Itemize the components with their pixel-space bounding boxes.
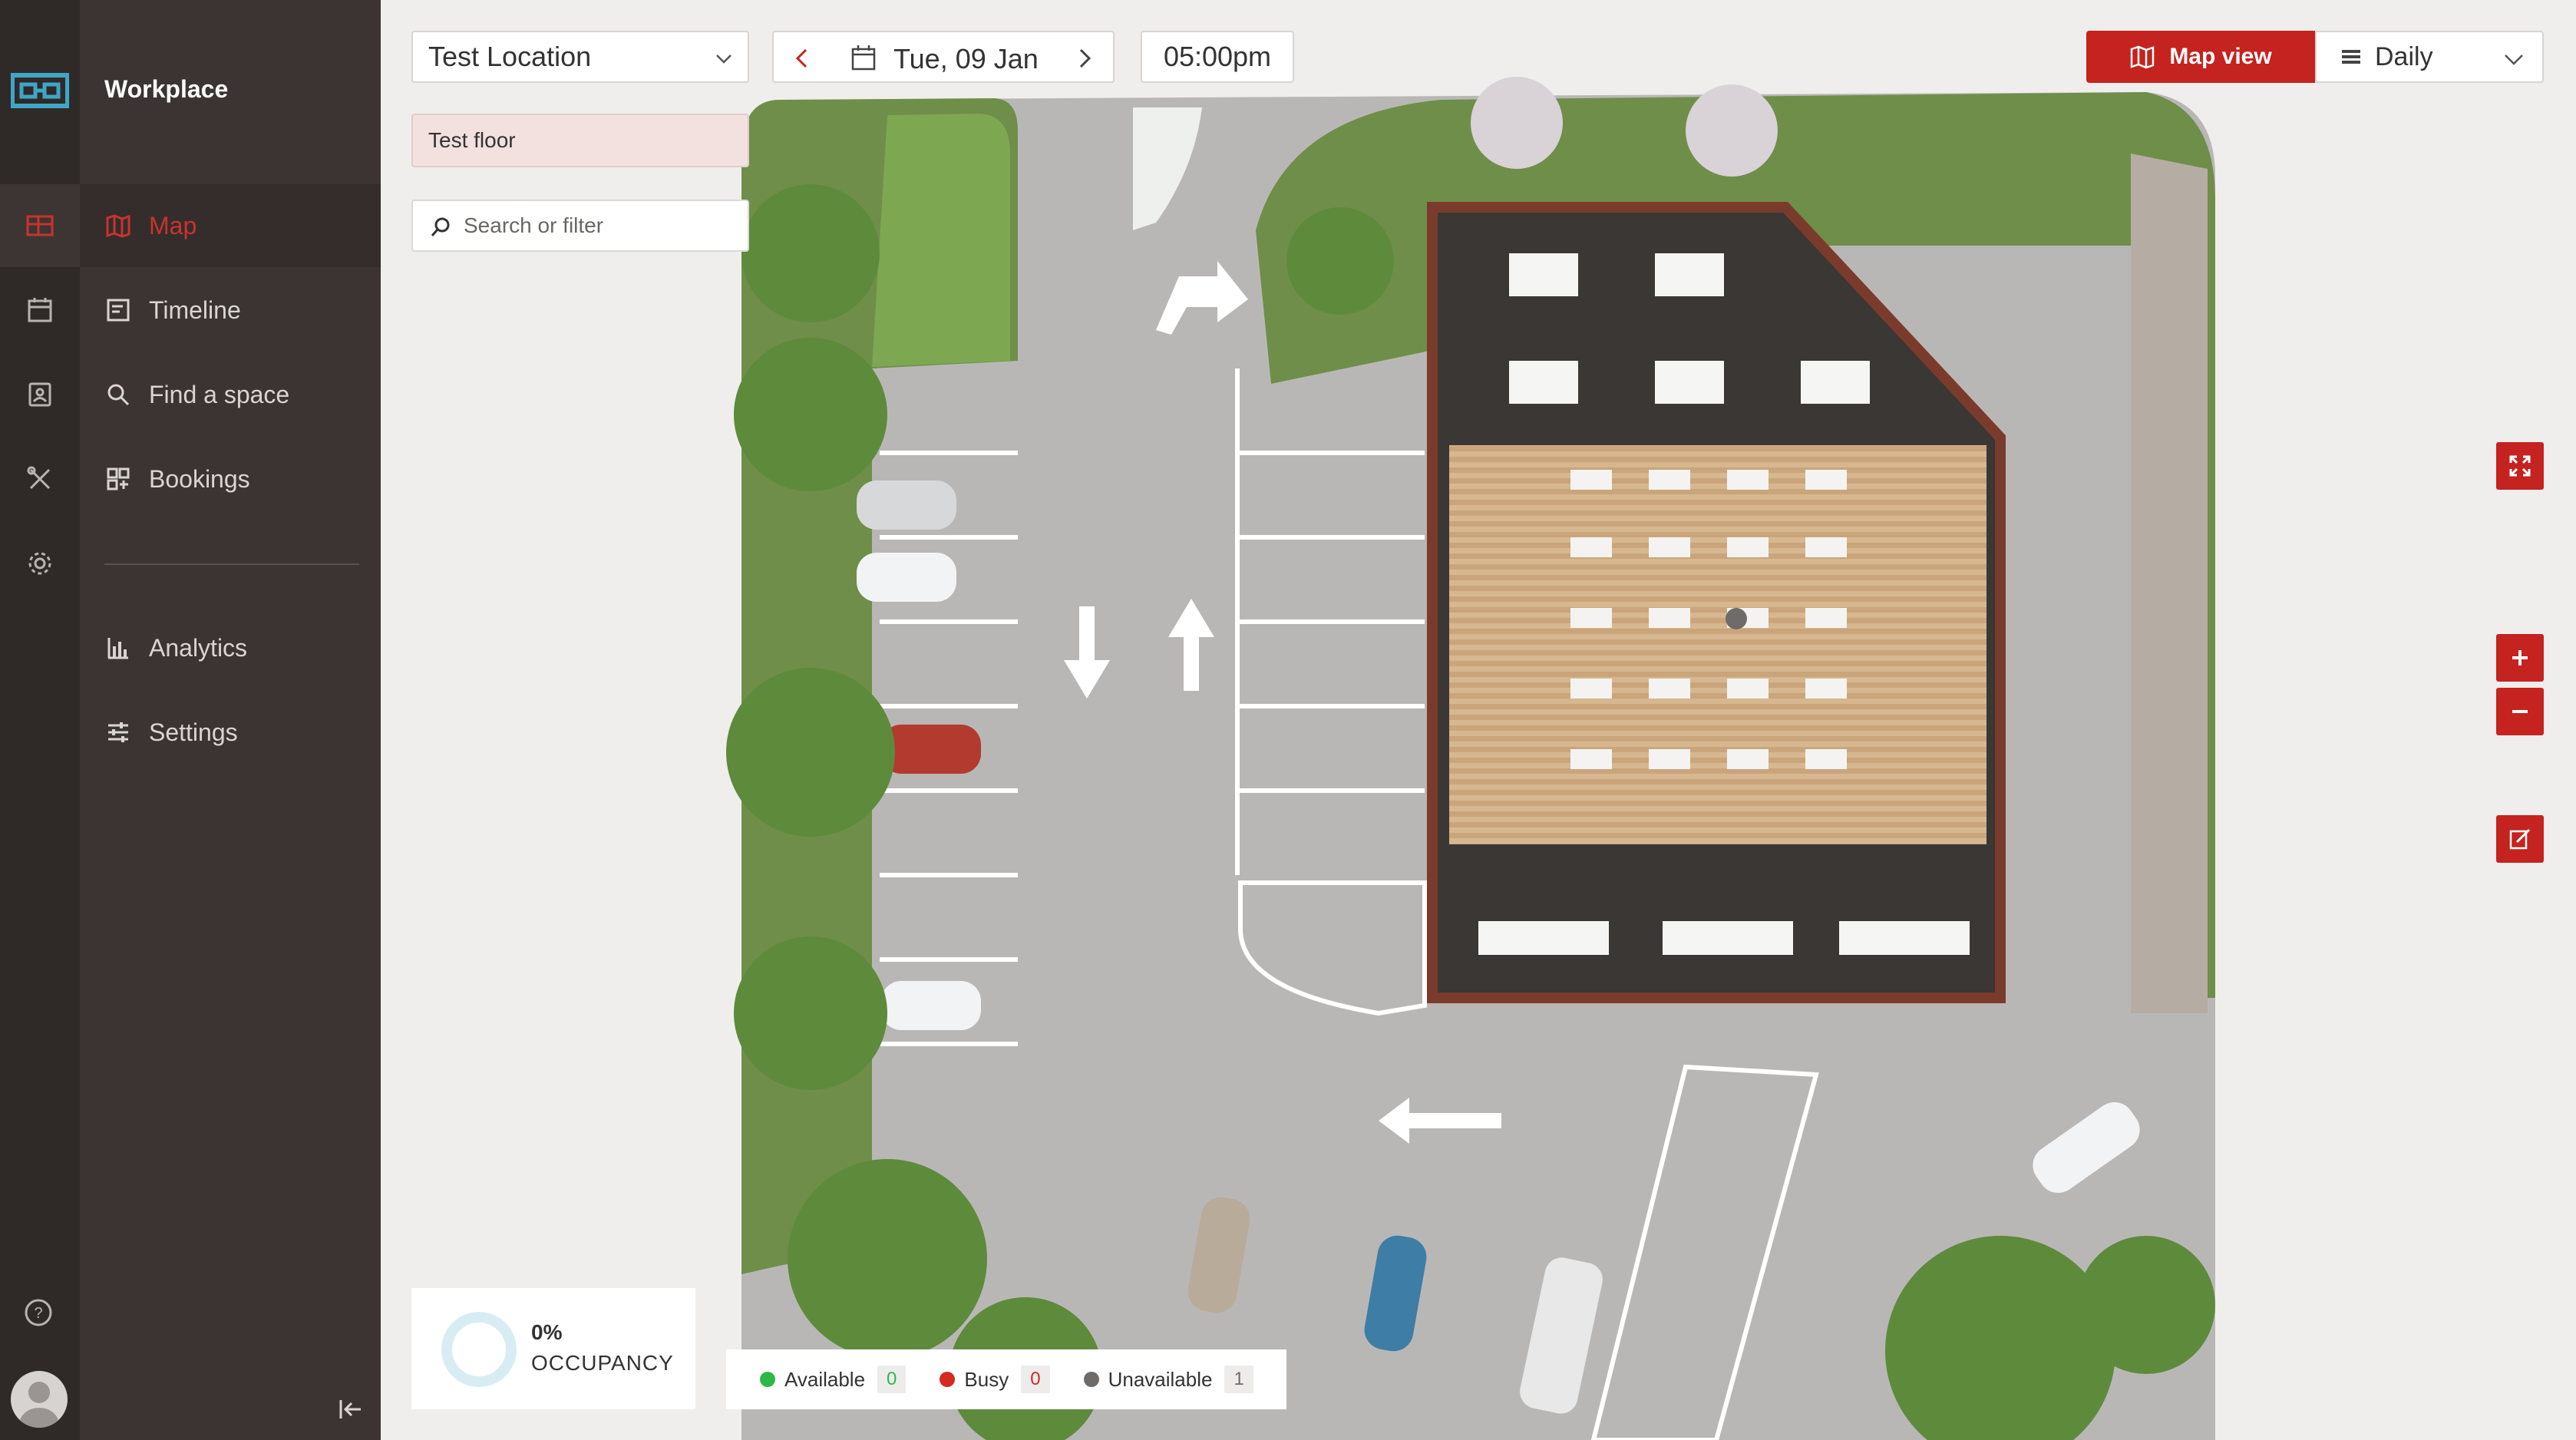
search-icon xyxy=(431,217,450,236)
nav-item-label: Timeline xyxy=(149,296,241,324)
tools-icon xyxy=(27,466,51,490)
app-title: Workplace xyxy=(104,75,229,103)
search-placeholder: Search or filter xyxy=(464,213,604,237)
map-icon xyxy=(2131,45,2155,69)
collapse-sidebar-icon[interactable] xyxy=(335,1394,365,1425)
chevron-down-icon xyxy=(716,54,732,64)
legend-busy: Busy 0 xyxy=(940,1366,1050,1393)
edit-icon xyxy=(2509,828,2531,850)
period-select[interactable]: Daily xyxy=(2315,31,2544,83)
legend-count: 0 xyxy=(1021,1366,1050,1393)
nav-item-label: Map xyxy=(149,211,197,239)
floorplan-icon xyxy=(26,215,54,236)
date-value: Tue, 09 Jan xyxy=(893,43,1039,74)
nav-item-bookings[interactable]: Bookings xyxy=(80,438,381,520)
time-value: 05:00pm xyxy=(1163,41,1272,72)
plus-icon xyxy=(2512,650,2528,666)
expand-icon xyxy=(2509,455,2531,477)
nav-item-label: Analytics xyxy=(149,633,248,662)
edit-button[interactable] xyxy=(2496,815,2544,863)
fullscreen-button[interactable] xyxy=(2496,442,2544,490)
help-icon[interactable]: ? xyxy=(23,1297,54,1328)
occupancy-card: 0% OCCUPANCY xyxy=(411,1288,695,1409)
status-legend: Available 0 Busy 0 Unavailable 1 xyxy=(726,1349,1286,1409)
chevron-right-icon[interactable] xyxy=(1072,46,1096,71)
floor-selector[interactable]: Test floor xyxy=(411,114,749,167)
nav-item-label: Find a space xyxy=(149,380,290,408)
legend-count: 1 xyxy=(1224,1366,1253,1393)
nav-item-timeline[interactable]: Timeline xyxy=(80,269,381,352)
occupancy-ring xyxy=(441,1312,517,1387)
calendar-icon xyxy=(28,298,52,322)
location-value: Test Location xyxy=(428,41,592,72)
avatar[interactable] xyxy=(11,1371,68,1428)
list-icon xyxy=(2342,50,2360,64)
nav-divider xyxy=(104,563,359,565)
rail-settings-button[interactable] xyxy=(0,522,80,605)
nav-item-analytics[interactable]: Analytics xyxy=(80,606,381,689)
calendar-icon xyxy=(851,45,876,71)
rail-calendar-button[interactable] xyxy=(0,269,80,352)
analytics-icon xyxy=(107,638,128,659)
minus-icon xyxy=(2512,710,2528,713)
workplace-logo xyxy=(11,73,69,108)
nav-item-label: Settings xyxy=(149,718,238,746)
sliders-icon xyxy=(108,722,128,742)
badge-icon xyxy=(28,382,51,407)
legend-label: Available xyxy=(784,1367,866,1391)
icon-rail: ? xyxy=(0,0,80,1440)
floor-name: Test floor xyxy=(428,128,516,152)
map-view-button[interactable]: Map view xyxy=(2086,31,2315,83)
unavailable-seat-marker xyxy=(1726,608,1747,629)
location-select[interactable]: Test Location xyxy=(411,31,749,83)
occupancy-label: OCCUPANCY xyxy=(531,1351,674,1375)
legend-label: Busy xyxy=(964,1367,1009,1391)
rail-tools-button[interactable] xyxy=(0,438,80,520)
search-input[interactable]: Search or filter xyxy=(411,200,749,252)
rail-badge-button[interactable] xyxy=(0,353,80,436)
gear-icon xyxy=(28,552,51,575)
nav-item-map[interactable]: Map xyxy=(80,184,381,267)
legend-label: Unavailable xyxy=(1108,1367,1213,1391)
time-picker[interactable]: 05:00pm xyxy=(1141,31,1294,83)
occupancy-percent: 0% xyxy=(531,1320,563,1344)
period-value: Daily xyxy=(2375,41,2433,71)
chevron-down-icon xyxy=(2505,54,2523,65)
busy-dot xyxy=(940,1372,956,1387)
nav-item-settings[interactable]: Settings xyxy=(80,691,381,774)
available-dot xyxy=(760,1372,775,1387)
chevron-left-icon[interactable] xyxy=(791,46,815,71)
zoom-in-button[interactable] xyxy=(2496,634,2544,682)
map-icon xyxy=(106,214,130,238)
nav-item-find-a-space[interactable]: Find a space xyxy=(80,353,381,436)
timeline-icon xyxy=(107,299,130,322)
legend-count: 0 xyxy=(877,1366,907,1393)
nav-item-label: Bookings xyxy=(149,464,250,493)
search-icon xyxy=(107,384,130,406)
legend-available: Available 0 xyxy=(760,1366,907,1393)
map-view-label: Map view xyxy=(2169,44,2272,69)
zoom-out-button[interactable] xyxy=(2496,688,2544,735)
legend-unavailable: Unavailable 1 xyxy=(1083,1366,1253,1393)
svg-text:?: ? xyxy=(34,1305,42,1322)
bookings-icon xyxy=(107,467,130,490)
date-picker[interactable]: Tue, 09 Jan xyxy=(772,31,1115,83)
user-icon xyxy=(19,1382,59,1428)
rail-map-button[interactable] xyxy=(0,184,80,267)
unavailable-dot xyxy=(1083,1372,1099,1387)
nav-panel: Workplace Map Timeline Find a space Book… xyxy=(80,0,381,1440)
